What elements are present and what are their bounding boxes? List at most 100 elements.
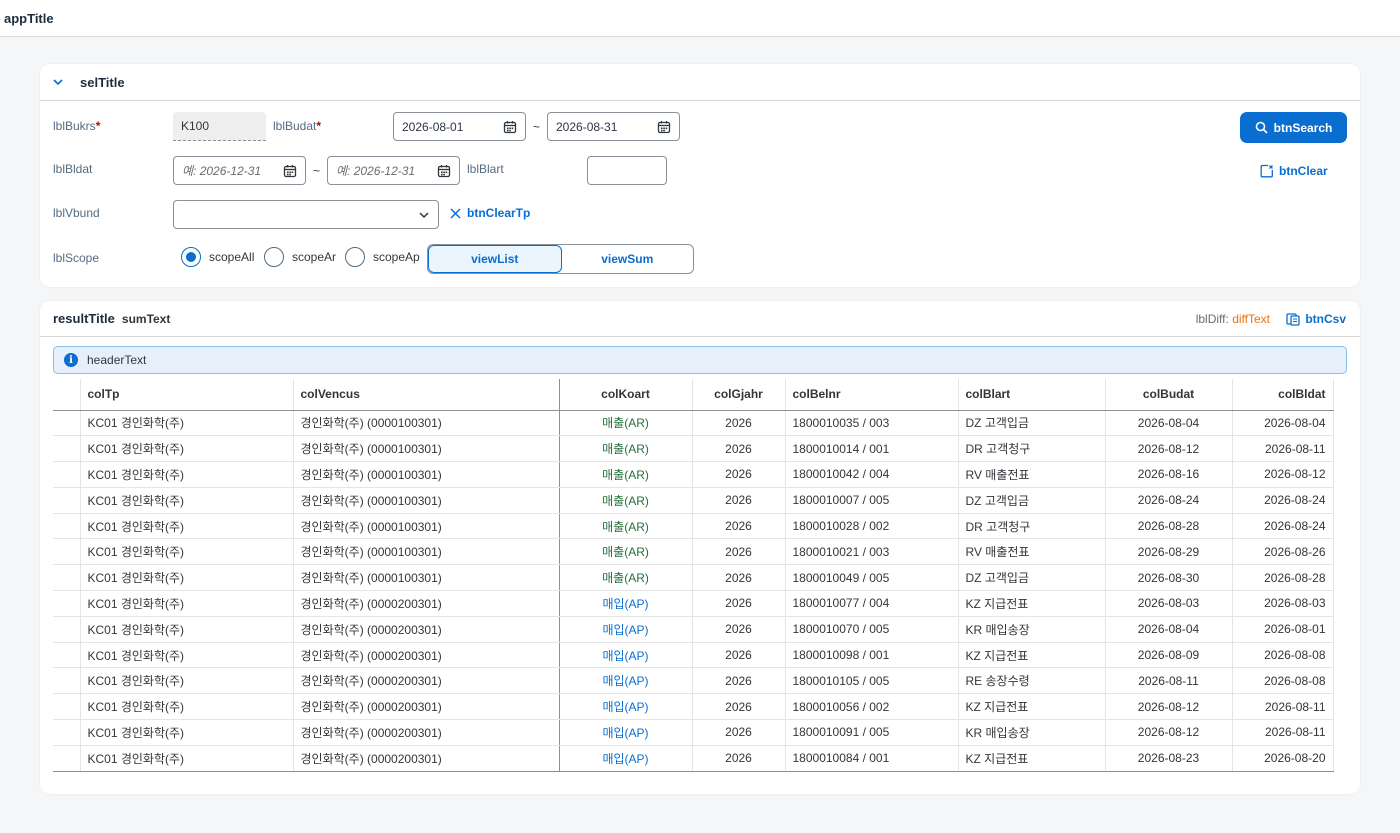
bldat-label: lblBldat	[53, 162, 93, 176]
calendar-icon[interactable]	[437, 164, 451, 178]
cell-budat: 2026-08-03	[1105, 590, 1233, 617]
calendar-icon[interactable]	[283, 164, 297, 178]
cell-bldat: 2026-08-24	[1232, 487, 1334, 514]
row-selector[interactable]	[53, 513, 81, 540]
result-header: resultTitle sumText lblDiff: diffText bt…	[40, 301, 1360, 337]
radio-label: scopeAll	[209, 250, 255, 264]
cell-tp: KC01 경인화학(주)	[80, 642, 294, 669]
cell-bldat: 2026-08-08	[1232, 667, 1334, 695]
column-header-belnr[interactable]: colBelnr	[785, 379, 959, 411]
table-row[interactable]: KC01 경인화학(주) 경인화학(주) (0000100301) 매출(AR) 20…	[53, 564, 1334, 592]
selection-header[interactable]: selTitle	[40, 64, 1360, 101]
row-selector[interactable]	[53, 745, 81, 772]
table-row[interactable]: KC01 경인화학(주) 경인화학(주) (0000100301) 매출(AR) 20…	[53, 435, 1334, 463]
column-header-bldat[interactable]: colBldat	[1232, 379, 1334, 411]
column-header-gjahr[interactable]: colGjahr	[692, 379, 786, 411]
column-header-budat[interactable]: colBudat	[1105, 379, 1233, 411]
table-row[interactable]: KC01 경인화학(주) 경인화학(주) (0000200301) 매입(AP) 20…	[53, 642, 1334, 669]
cell-koart: 매입(AP)	[559, 719, 693, 746]
cell-gjahr: 2026	[692, 719, 786, 746]
radio-label: scopeAp	[373, 250, 420, 264]
segment-view-list[interactable]: viewList	[428, 245, 562, 273]
table-row[interactable]: KC01 경인화학(주) 경인화학(주) (0000200301) 매입(AP) 20…	[53, 590, 1334, 617]
row-selector[interactable]	[53, 667, 81, 695]
cell-vencus: 경인화학(주) (0000200301)	[293, 719, 560, 746]
cell-belnr: 1800010084 / 001	[785, 745, 959, 772]
table-row[interactable]: KC01 경인화학(주) 경인화학(주) (0000100301) 매출(AR) 20…	[53, 513, 1334, 540]
cell-vencus: 경인화학(주) (0000200301)	[293, 667, 560, 695]
table-row[interactable]: KC01 경인화학(주) 경인화학(주) (0000200301) 매입(AP) 20…	[53, 667, 1334, 695]
radio-button[interactable]	[264, 247, 284, 267]
table-row[interactable]: KC01 경인화학(주) 경인화학(주) (0000100301) 매출(AR) 20…	[53, 487, 1334, 514]
search-button-label: btnSearch	[1273, 120, 1333, 135]
cell-bldat: 2026-08-20	[1232, 745, 1334, 772]
csv-export-button[interactable]: btnCsv	[1286, 312, 1346, 326]
cell-budat: 2026-08-23	[1105, 745, 1233, 772]
column-header-koart[interactable]: colKoart	[559, 379, 693, 411]
result-table-container[interactable]: colTp colVencus colKoart colGjahr colBel…	[53, 379, 1347, 775]
cell-koart: 매출(AR)	[559, 410, 693, 437]
calendar-icon[interactable]	[657, 120, 671, 134]
row-selector-header[interactable]	[53, 379, 81, 411]
chevron-down-icon[interactable]	[418, 209, 430, 221]
row-selector[interactable]	[53, 616, 81, 643]
cell-bldat: 2026-08-12	[1232, 461, 1334, 488]
row-selector[interactable]	[53, 435, 81, 463]
row-selector[interactable]	[53, 410, 81, 437]
search-button[interactable]: btnSearch	[1240, 112, 1347, 143]
table-row[interactable]: KC01 경인화학(주) 경인화학(주) (0000100301) 매출(AR) 20…	[53, 410, 1334, 437]
radio-scope-ar[interactable]: scopeAr	[264, 247, 336, 267]
cell-budat: 2026-08-09	[1105, 642, 1233, 669]
cell-belnr: 1800010091 / 005	[785, 719, 959, 746]
row-selector[interactable]	[53, 487, 81, 514]
cell-bldat: 2026-08-11	[1232, 693, 1334, 721]
table-row[interactable]: KC01 경인화학(주) 경인화학(주) (0000200301) 매입(AP) 20…	[53, 693, 1334, 721]
cell-gjahr: 2026	[692, 590, 786, 617]
radio-scope-ap[interactable]: scopeAp	[345, 247, 420, 267]
cell-tp: KC01 경인화학(주)	[80, 719, 294, 746]
row-selector[interactable]	[53, 538, 81, 566]
row-selector[interactable]	[53, 693, 81, 721]
row-selector[interactable]	[53, 564, 81, 592]
row-selector[interactable]	[53, 719, 81, 746]
table-row[interactable]: KC01 경인화학(주) 경인화학(주) (0000100301) 매출(AR) 20…	[53, 461, 1334, 488]
segment-view-sum[interactable]: viewSum	[562, 245, 694, 273]
cell-belnr: 1800010021 / 003	[785, 538, 959, 566]
radio-scope-all[interactable]: scopeAll	[181, 247, 254, 267]
budat-to-field[interactable]: 2026-08-31	[547, 112, 680, 141]
table-row[interactable]: KC01 경인화학(주) 경인화학(주) (0000100301) 매출(AR) 20…	[53, 538, 1334, 566]
cell-vencus: 경인화학(주) (0000100301)	[293, 513, 560, 540]
cell-blart: RE 송장수령	[958, 667, 1106, 695]
budat-from-field[interactable]: 2026-08-01	[393, 112, 526, 141]
cell-vencus: 경인화학(주) (0000100301)	[293, 487, 560, 514]
table-row[interactable]: KC01 경인화학(주) 경인화학(주) (0000200301) 매입(AP) 20…	[53, 719, 1334, 746]
radio-button[interactable]	[345, 247, 365, 267]
row-selector[interactable]	[53, 461, 81, 488]
column-header-blart[interactable]: colBlart	[958, 379, 1106, 411]
blart-field[interactable]	[587, 156, 667, 185]
cell-koart: 매입(AP)	[559, 667, 693, 695]
bldat-to-field[interactable]: 예: 2026-12-31	[327, 156, 460, 185]
cell-koart: 매출(AR)	[559, 461, 693, 488]
chevron-down-icon[interactable]	[52, 76, 64, 88]
bldat-from-field[interactable]: 예: 2026-12-31	[173, 156, 306, 185]
cell-koart: 매입(AP)	[559, 616, 693, 643]
table-row[interactable]: KC01 경인화학(주) 경인화학(주) (0000200301) 매입(AP) 20…	[53, 616, 1334, 643]
close-icon	[450, 207, 461, 219]
bukrs-field[interactable]: K100	[173, 112, 266, 141]
shell-bar: appTitle	[0, 0, 1400, 37]
row-selector[interactable]	[53, 590, 81, 617]
bldat-to-placeholder: 예: 2026-12-31	[336, 164, 416, 178]
column-header-vencus[interactable]: colVencus	[293, 379, 560, 411]
vbund-select[interactable]	[173, 200, 439, 229]
cell-budat: 2026-08-16	[1105, 461, 1233, 488]
csv-button-label: btnCsv	[1305, 311, 1346, 326]
clear-button[interactable]: btnClear	[1260, 161, 1328, 181]
column-header-tp[interactable]: colTp	[80, 379, 294, 411]
table-row[interactable]: KC01 경인화학(주) 경인화학(주) (0000200301) 매입(AP) 20…	[53, 745, 1334, 772]
row-selector[interactable]	[53, 642, 81, 669]
clear-tp-button[interactable]: btnClearTp	[450, 206, 530, 220]
vbund-label: lblVbund	[53, 206, 100, 220]
calendar-icon[interactable]	[503, 120, 517, 134]
radio-button[interactable]	[181, 247, 201, 267]
